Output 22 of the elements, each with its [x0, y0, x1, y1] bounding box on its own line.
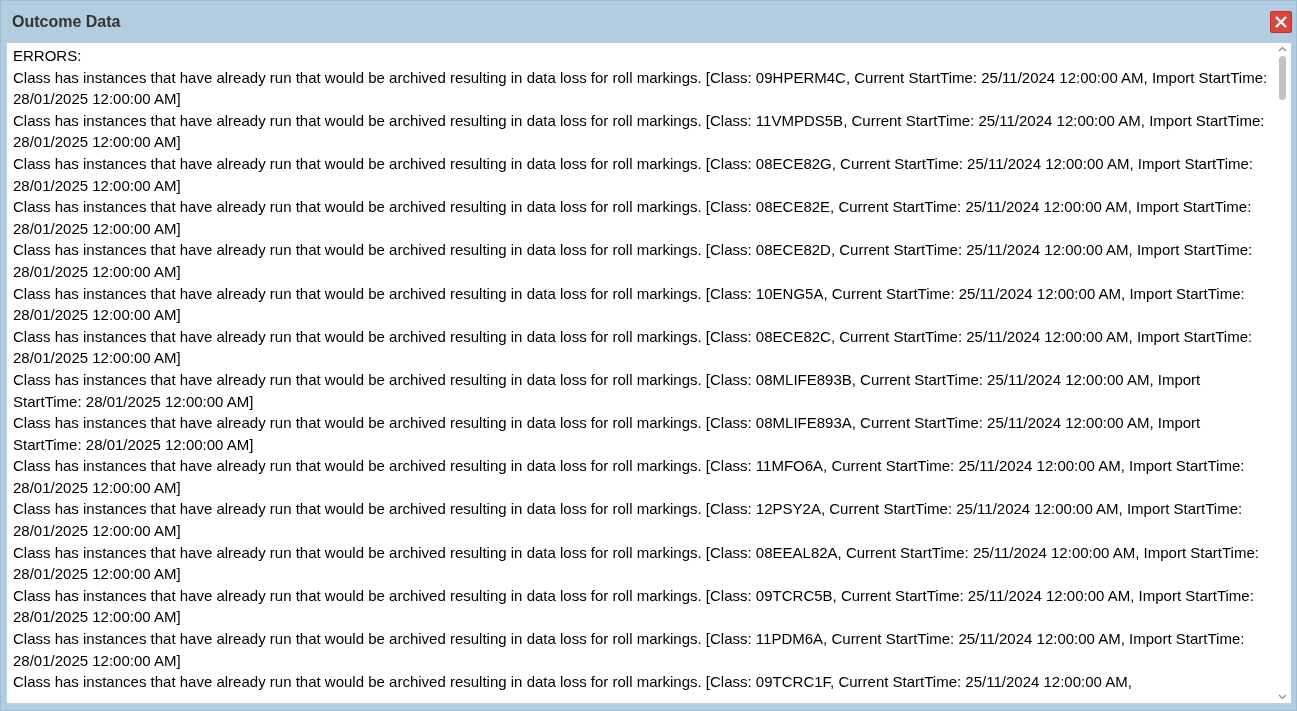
error-message: Class has instances that have already run that would be archived resulting in data loss for roll markings. [Class: 08ECE82D, Current StartTime: 25/11/2024 12:00:00 AM, Import StartTime: 28/01/2025 12:00:00 AM]	[13, 240, 1254, 282]
scrollbar-thumb[interactable]	[1279, 56, 1286, 100]
close-icon	[1275, 16, 1287, 28]
error-message: Class has instances that have already run that would be archived resulting in data loss for roll markings. [Class: 09TCRC5B, Current StartTime: 25/11/2024 12:00:00 AM, Import StartTime: 28/01/2025 12:00:00 AM]	[13, 585, 1255, 628]
window-title: Outcome Data	[12, 13, 121, 31]
error-message: Class has instances that have already run that would be archived resulting in data loss for roll markings. [Class: 11MFO6A, Current StartTime: 25/11/2024 12:00:00 AM, Import StartTime: 28/01/2025 12:00:00 AM]	[13, 456, 1246, 498]
errors-heading: ERRORS:	[13, 46, 83, 66]
error-message: Class has instances that have already run that would be archived resulting in data loss for roll markings. [Class: 08MLIFE893B, Current StartTime: 25/11/2024 12:00:00 AM, Import StartTime: 28/01/2025 12:00:00 AM]	[13, 369, 1202, 412]
scroll-down-icon	[1278, 694, 1287, 700]
error-message: Class has instances that have already run that would be archived resulting in data loss for roll markings. [Class: 12PSY2A, Current StartTime: 25/11/2024 12:00:00 AM, Import StartTime: 28/01/2025 12:00:00 AM]	[13, 499, 1244, 542]
close-button[interactable]	[1270, 11, 1292, 33]
error-message: Class has instances that have already run that would be archived resulting in data loss for roll markings. [Class: 08ECE82C, Current StartTime: 25/11/2024 12:00:00 AM, Import StartTime: 28/01/2025 12:00:00 AM]	[13, 326, 1254, 369]
error-message: Class has instances that have already run that would be archived resulting in data loss for roll markings. [Class: 11PDM6A, Current StartTime: 25/11/2024 12:00:00 AM, Import StartTime: 28/01/2025 12:00:00 AM]	[13, 629, 1246, 671]
error-message: Class has instances that have already run that would be archived resulting in data loss for roll markings. [Class: 08ECE82E, Current StartTime: 25/11/2024 12:00:00 AM, Import StartTime: 28/01/2025 12:00:00 AM]	[13, 197, 1253, 239]
error-message: Class has instances that have already run that would be archived resulting in data loss for roll markings. [Class: 11VMPDS5B, Current StartTime: 25/11/2024 12:00:00 AM, Import StartTime: 28/01/2025 12:00:00 AM]	[13, 110, 1266, 153]
error-message: Class has instances that have already run that would be archived resulting in data loss for roll markings. [Class: 08EEAL82A, Current StartTime: 25/11/2024 12:00:00 AM, Import StartTime: 28/01/2025 12:00:00 AM]	[13, 542, 1260, 585]
error-message: Class has instances that have already run that would be archived resulting in data loss for roll markings. [Class: 08MLIFE893A, Current StartTime: 25/11/2024 12:00:00 AM, Import StartTime: 28/01/2025 12:00:00 AM]	[13, 413, 1202, 455]
error-message: Class has instances that have already run that would be archived resulting in data loss for roll markings. [Class: 09TCRC1F, Current StartTime: 25/11/2024 12:00:00 AM,	[13, 672, 1133, 693]
error-message: Class has instances that have already run that would be archived resulting in data loss for roll markings. [Class: 10ENG5A, Current StartTime: 25/11/2024 12:00:00 AM, Import StartTime: 28/01/2025 12:00:00 AM]	[13, 283, 1246, 326]
error-message: Class has instances that have already run that would be archived resulting in data loss for roll markings. [Class: 08ECE82G, Current StartTime: 25/11/2024 12:00:00 AM, Import StartTime: 28/01/2025 12:00:00 AM]	[13, 153, 1255, 196]
error-message: Class has instances that have already run that would be archived resulting in data loss for roll markings. [Class: 09HPERM4C, Current StartTime: 25/11/2024 12:00:00 AM, Import StartTime: 28/01/2025 12:00:00 AM]	[13, 67, 1268, 110]
scroll-up-icon	[1278, 46, 1287, 52]
